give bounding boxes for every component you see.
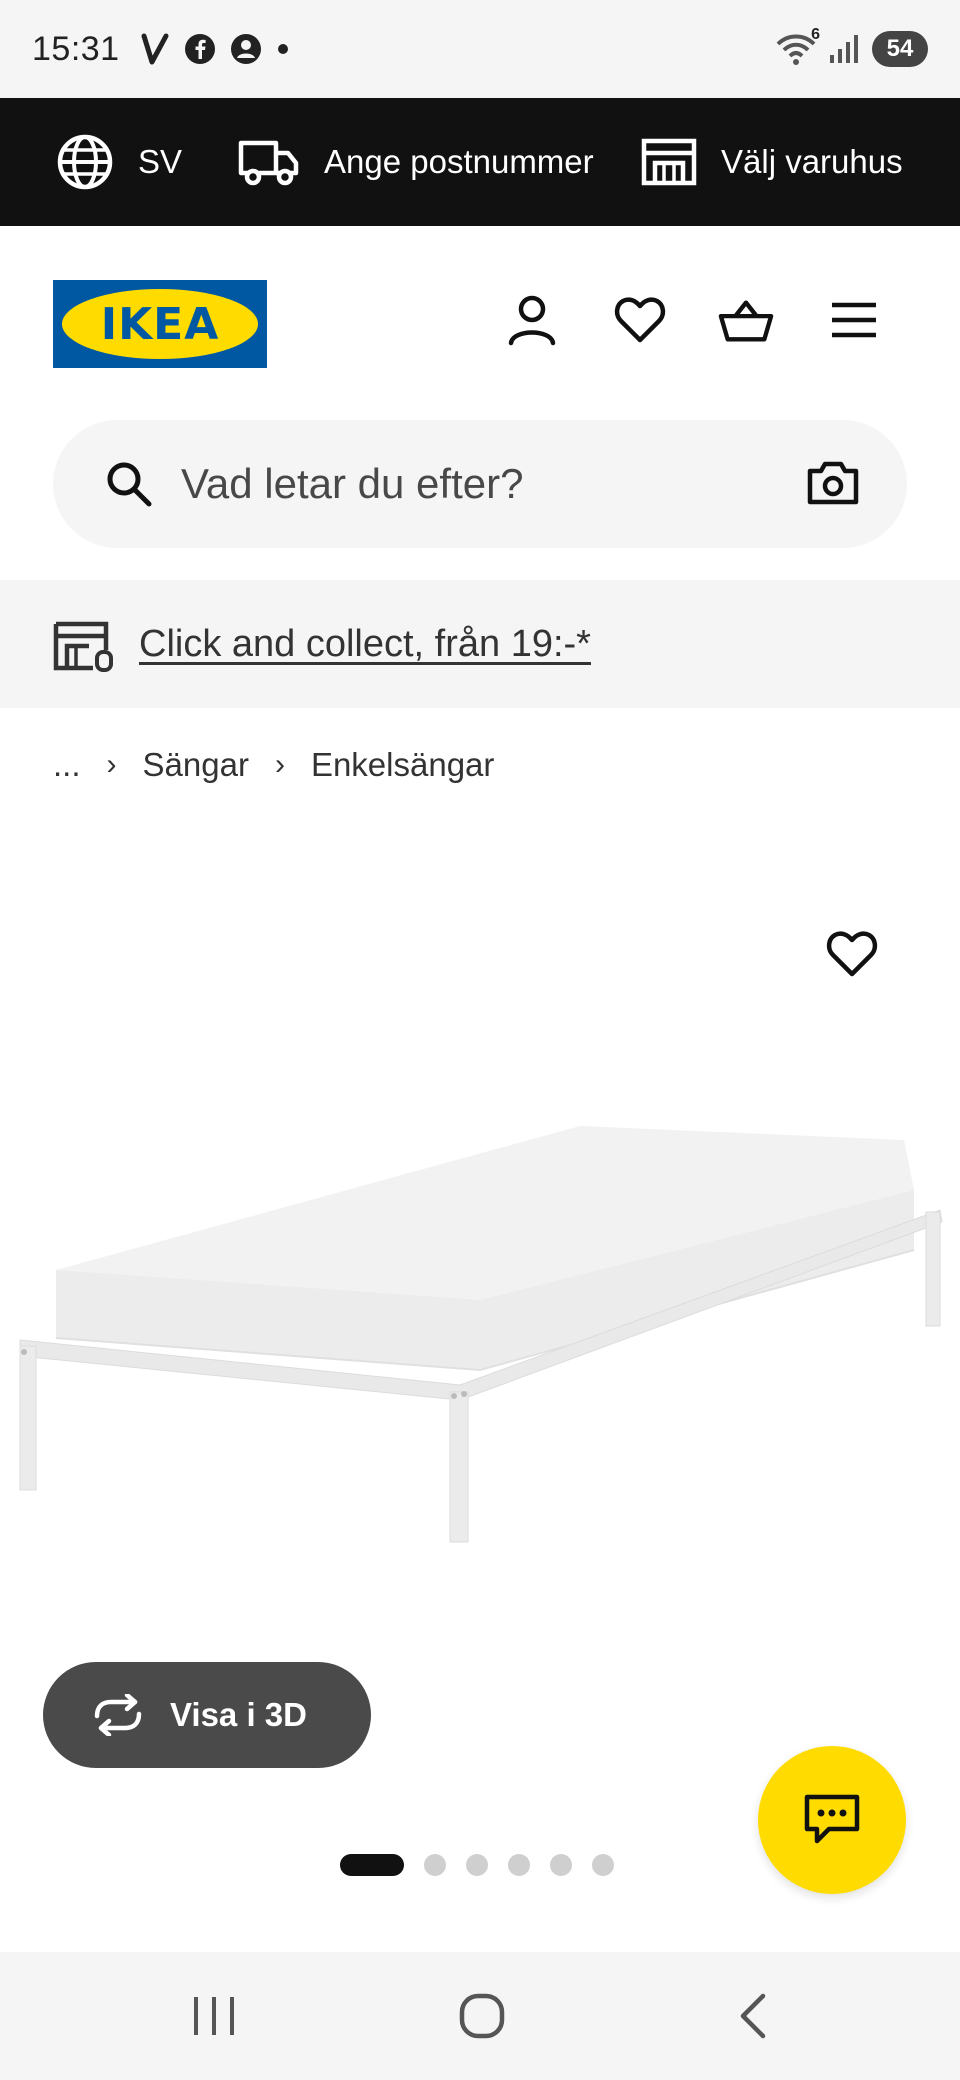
account-button[interactable] — [504, 292, 560, 348]
pagination-dot[interactable] — [466, 1854, 488, 1876]
search-input[interactable]: Vad letar du efter? — [181, 460, 523, 508]
breadcrumb-ellipsis[interactable]: ... — [53, 746, 81, 784]
save-to-favourites-button[interactable] — [826, 930, 882, 986]
logo-text: IKEA — [100, 298, 220, 350]
recent-apps-button[interactable] — [174, 1976, 254, 2056]
view-in-3d-button[interactable]: Visa i 3D — [43, 1662, 371, 1768]
pagination-dot[interactable] — [592, 1854, 614, 1876]
facebook-icon — [184, 33, 216, 65]
logo-oval: IKEA — [62, 289, 258, 359]
back-button[interactable] — [712, 1976, 792, 2056]
menu-button[interactable] — [826, 292, 882, 348]
ikea-logo[interactable]: IKEA — [53, 280, 267, 368]
back-chevron-icon — [740, 1993, 766, 2039]
rotate-3d-icon — [89, 1692, 147, 1744]
camera-search-button[interactable] — [807, 460, 859, 511]
chat-bubble-icon — [804, 1794, 860, 1844]
chevron-right-icon: › — [106, 748, 117, 781]
basket-icon — [718, 300, 774, 342]
pagination-dot[interactable] — [508, 1854, 530, 1876]
product-image-bed — [19, 1126, 943, 1543]
status-bar: 15:31 6 54 — [0, 0, 960, 98]
store-selector[interactable]: Välj varuhus — [641, 98, 903, 226]
vpn-icon — [140, 32, 170, 66]
cart-button[interactable] — [718, 292, 774, 348]
home-button[interactable] — [442, 1976, 522, 2056]
postcode-selector[interactable]: Ange postnummer — [238, 98, 594, 226]
site-header: IKEA — [0, 226, 960, 416]
search-bar[interactable]: Vad letar du efter? — [53, 420, 907, 548]
account-circle-icon — [230, 33, 262, 65]
globe-icon — [56, 133, 114, 191]
pagination-dot[interactable] — [424, 1854, 446, 1876]
store-pickup-icon — [53, 620, 115, 677]
gallery-pagination — [340, 1853, 614, 1877]
recent-apps-icon — [194, 1997, 234, 2035]
breadcrumb-item-single-beds[interactable]: Enkelsängar — [311, 746, 494, 784]
wifi-icon: 6 — [776, 26, 820, 66]
heart-icon — [826, 931, 878, 977]
heart-icon — [614, 297, 666, 343]
system-navigation-bar — [0, 1952, 960, 2080]
click-collect-link[interactable]: Click and collect, från 19:-* — [139, 623, 591, 666]
person-icon — [508, 295, 556, 346]
postcode-label: Ange postnummer — [324, 143, 594, 180]
wishlist-button[interactable] — [612, 292, 668, 348]
battery-indicator: 54 — [872, 31, 928, 67]
top-utility-strip: SV Ange postnummer Välj varuhus — [0, 98, 960, 226]
chevron-right-icon: › — [274, 748, 285, 781]
search-icon — [105, 460, 153, 513]
camera-icon — [807, 461, 859, 505]
status-time: 15:31 — [32, 29, 120, 68]
home-icon — [459, 1993, 505, 2039]
breadcrumb: ... › Sängar › Enkelsängar — [53, 740, 494, 790]
hamburger-menu-icon — [832, 302, 876, 338]
wifi-badge: 6 — [811, 26, 820, 43]
language-label: SV — [138, 143, 183, 180]
chat-button[interactable] — [758, 1746, 906, 1894]
notification-dot-icon — [276, 42, 290, 56]
click-collect-banner: Click and collect, från 19:-* — [0, 580, 960, 708]
pagination-dot-active[interactable] — [340, 1854, 404, 1876]
status-right: 6 54 — [776, 26, 928, 67]
signal-icon — [828, 33, 860, 65]
store-icon — [641, 137, 697, 187]
status-left: 15:31 — [32, 30, 290, 69]
store-label: Välj varuhus — [721, 143, 903, 180]
breadcrumb-item-beds[interactable]: Sängar — [143, 746, 249, 784]
pagination-dot[interactable] — [550, 1854, 572, 1876]
delivery-truck-icon — [238, 137, 300, 187]
language-selector[interactable]: SV — [56, 98, 182, 226]
view-in-3d-label: Visa i 3D — [170, 1696, 307, 1733]
